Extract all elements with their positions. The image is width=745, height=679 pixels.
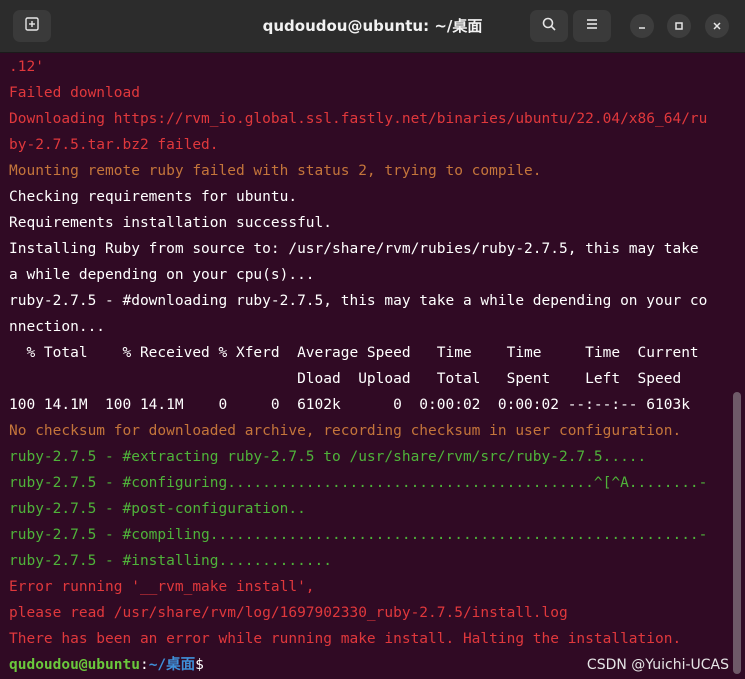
output-line: Checking requirements for ubuntu.: [9, 189, 298, 205]
title-bar[interactable]: qudoudou@ubuntu: ~/桌面: [0, 0, 745, 53]
output-line: ruby-2.7.5 - #compiling.................…: [9, 527, 708, 543]
error-line: please read /usr/share/rvm/log/169790233…: [9, 605, 568, 621]
error-line: There has been an error while running ma…: [9, 631, 682, 647]
curl-header-line: Dload Upload Total Spent Left Speed: [9, 371, 682, 387]
output-line: Downloading https://rvm_io.global.ssl.fa…: [9, 111, 708, 127]
maximize-icon: [673, 17, 685, 36]
prompt-separator: :: [139, 657, 149, 673]
output-line: by-2.7.5.tar.bz2 failed.: [9, 137, 219, 153]
output-line: ruby-2.7.5 - #installing.............: [9, 553, 333, 569]
output-line: ruby-2.7.5 - #post-configuration..: [9, 501, 306, 517]
prompt-symbol: $: [195, 657, 204, 673]
close-icon: [711, 17, 723, 36]
maximize-button[interactable]: [667, 14, 691, 38]
new-tab-button[interactable]: [13, 10, 51, 42]
output-line: ruby-2.7.5 - #extracting ruby-2.7.5 to /…: [9, 449, 647, 465]
output-line: Failed download: [9, 85, 140, 101]
output-line: ruby-2.7.5 - #configuring...............…: [9, 475, 708, 491]
output-line: .12': [9, 59, 44, 75]
watermark: CSDN @Yuichi-UCAS: [586, 657, 729, 673]
shell-prompt[interactable]: qudoudou@ubuntu:~/桌面$: [9, 652, 204, 678]
close-button[interactable]: [705, 14, 729, 38]
minimize-icon: [636, 17, 648, 36]
search-icon: [541, 16, 557, 36]
menu-button[interactable]: [573, 10, 611, 42]
output-line: nnection...: [9, 319, 106, 335]
output-line: Requirements installation successful.: [9, 215, 333, 231]
curl-progress-line: 100 14.1M 100 14.1M 0 0 6102k 0 0:00:02 …: [9, 397, 690, 413]
terminal-window: qudoudou@ubuntu: ~/桌面 .12' Failed downlo…: [0, 0, 745, 679]
curl-header-line: % Total % Received % Xferd Average Speed…: [9, 345, 699, 361]
prompt-user: qudoudou@ubuntu: [9, 657, 140, 673]
output-line: ruby-2.7.5 - #downloading ruby-2.7.5, th…: [9, 293, 708, 309]
scrollbar-thumb[interactable]: [733, 392, 741, 674]
output-line: Mounting remote ruby failed with status …: [9, 163, 542, 179]
new-tab-icon: [24, 16, 40, 36]
minimize-button[interactable]: [630, 14, 654, 38]
hamburger-menu-icon: [584, 16, 600, 36]
error-line: Error running '__rvm_make install',: [9, 579, 315, 595]
search-button[interactable]: [530, 10, 568, 42]
output-line: a while depending on your cpu(s)...: [9, 267, 315, 283]
output-line: No checksum for downloaded archive, reco…: [9, 423, 682, 439]
output-line: Installing Ruby from source to: /usr/sha…: [9, 241, 699, 257]
prompt-path: ~/桌面: [148, 657, 196, 673]
terminal-output[interactable]: .12' Failed download Downloading https:/…: [0, 53, 745, 679]
